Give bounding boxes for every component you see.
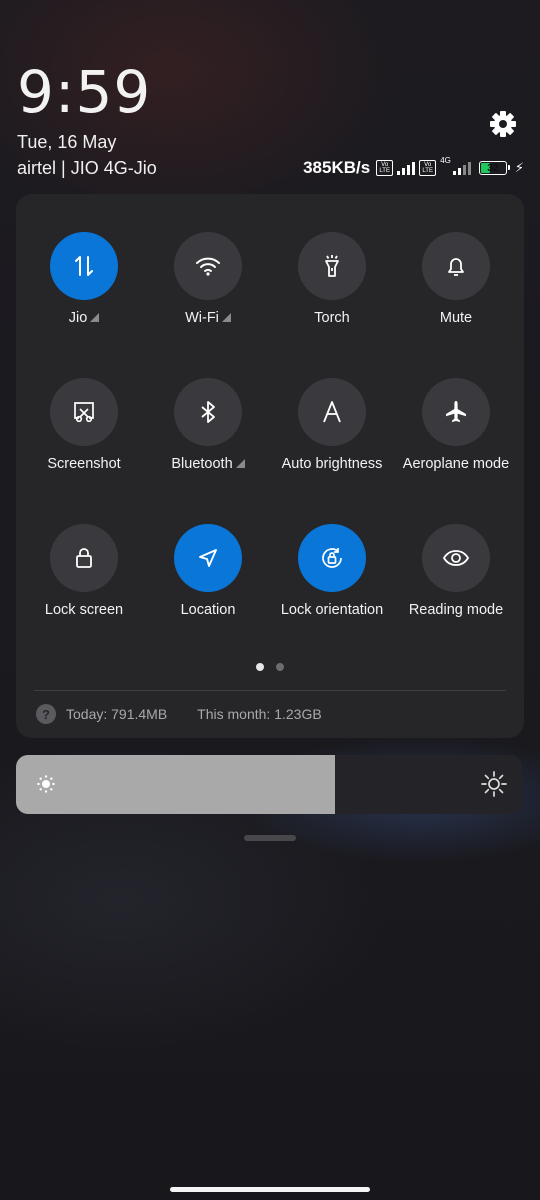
brightness-low-icon (35, 773, 57, 795)
tile-location[interactable]: Location (146, 524, 270, 634)
battery-icon: 32 (478, 161, 510, 175)
bluetooth-icon[interactable] (174, 378, 242, 446)
volte-icon-2: Vo LTE (419, 160, 437, 176)
data-usage[interactable]: ? Today: 791.4MB This month: 1.23GB (36, 704, 322, 724)
battery-level: 32 (487, 162, 499, 174)
page-dot-active[interactable] (256, 663, 264, 671)
carrier-name: airtel | JIO 4G-Jio (17, 158, 157, 178)
tile-label: Aeroplane mode (402, 456, 510, 472)
signal-icon-2 (452, 161, 471, 175)
tile-label: Jio (68, 310, 88, 326)
network-type: 4G (440, 156, 451, 165)
lock-icon[interactable] (50, 524, 118, 592)
tile-label: Wi-Fi (185, 310, 219, 326)
expand-indicator (90, 313, 100, 322)
tile-label: Screenshot (47, 456, 121, 472)
network-speed: 385KB/s (303, 158, 371, 177)
usage-today: Today: 791.4MB (66, 706, 168, 722)
tile-label: Lock orientation (280, 602, 384, 618)
status-indicators: 385KB/s Vo LTE Vo LTE 4G 32 ⚡ (303, 157, 524, 179)
tile-lock-orientation[interactable]: Lock orientation (270, 524, 394, 634)
clock[interactable]: 9:59 (17, 58, 151, 126)
expand-indicator (235, 459, 245, 468)
tile-label: Location (180, 602, 236, 618)
date[interactable]: Tue, 16 May (17, 132, 116, 153)
mobile-data-icon[interactable] (50, 232, 118, 300)
page-dot[interactable] (276, 663, 284, 671)
tile-label: Reading mode (408, 602, 504, 618)
tile-reading-mode[interactable]: Reading mode (394, 524, 518, 634)
brightness-slider[interactable] (16, 755, 522, 814)
tile-aeroplane-mode[interactable]: Aeroplane mode (394, 378, 518, 488)
tile-jio[interactable]: Jio (22, 232, 146, 342)
divider (34, 690, 506, 691)
bell-icon[interactable] (422, 232, 490, 300)
location-icon[interactable] (174, 524, 242, 592)
auto-brightness-icon[interactable] (298, 378, 366, 446)
tile-auto-brightness[interactable]: Auto brightness (270, 378, 394, 488)
tile-mute[interactable]: Mute (394, 232, 518, 342)
tile-wifi[interactable]: Wi-Fi (146, 232, 270, 342)
tile-label: Bluetooth (171, 456, 233, 472)
quick-settings-panel: Jio Wi-Fi Torch Mute Screenshot Bluetoot… (16, 194, 524, 738)
screenshot-icon[interactable] (50, 378, 118, 446)
tile-label: Lock screen (44, 602, 124, 618)
page-indicator[interactable] (256, 663, 284, 671)
volte-icon: Vo LTE (376, 160, 394, 176)
tile-bluetooth[interactable]: Bluetooth (146, 378, 270, 488)
wifi-icon[interactable] (174, 232, 242, 300)
tile-label: Mute (439, 310, 473, 326)
help-icon[interactable]: ? (36, 704, 56, 724)
brightness-high-icon (480, 770, 508, 798)
panel-drag-handle[interactable] (244, 835, 296, 841)
tile-lock-screen[interactable]: Lock screen (22, 524, 146, 634)
tile-torch[interactable]: Torch (270, 232, 394, 342)
eye-icon[interactable] (422, 524, 490, 592)
airplane-icon[interactable] (422, 378, 490, 446)
home-indicator[interactable] (170, 1187, 370, 1192)
brightness-level[interactable] (16, 755, 335, 814)
tile-label: Auto brightness (281, 456, 383, 472)
torch-icon[interactable] (298, 232, 366, 300)
usage-month: This month: 1.23GB (197, 706, 322, 722)
gear-icon[interactable] (488, 109, 518, 139)
expand-indicator (221, 313, 231, 322)
tile-label: Torch (314, 310, 350, 326)
bolt-icon: ⚡ (514, 160, 524, 175)
rotation-lock-icon[interactable] (298, 524, 366, 592)
signal-icon (397, 161, 416, 175)
tile-screenshot[interactable]: Screenshot (22, 378, 146, 488)
